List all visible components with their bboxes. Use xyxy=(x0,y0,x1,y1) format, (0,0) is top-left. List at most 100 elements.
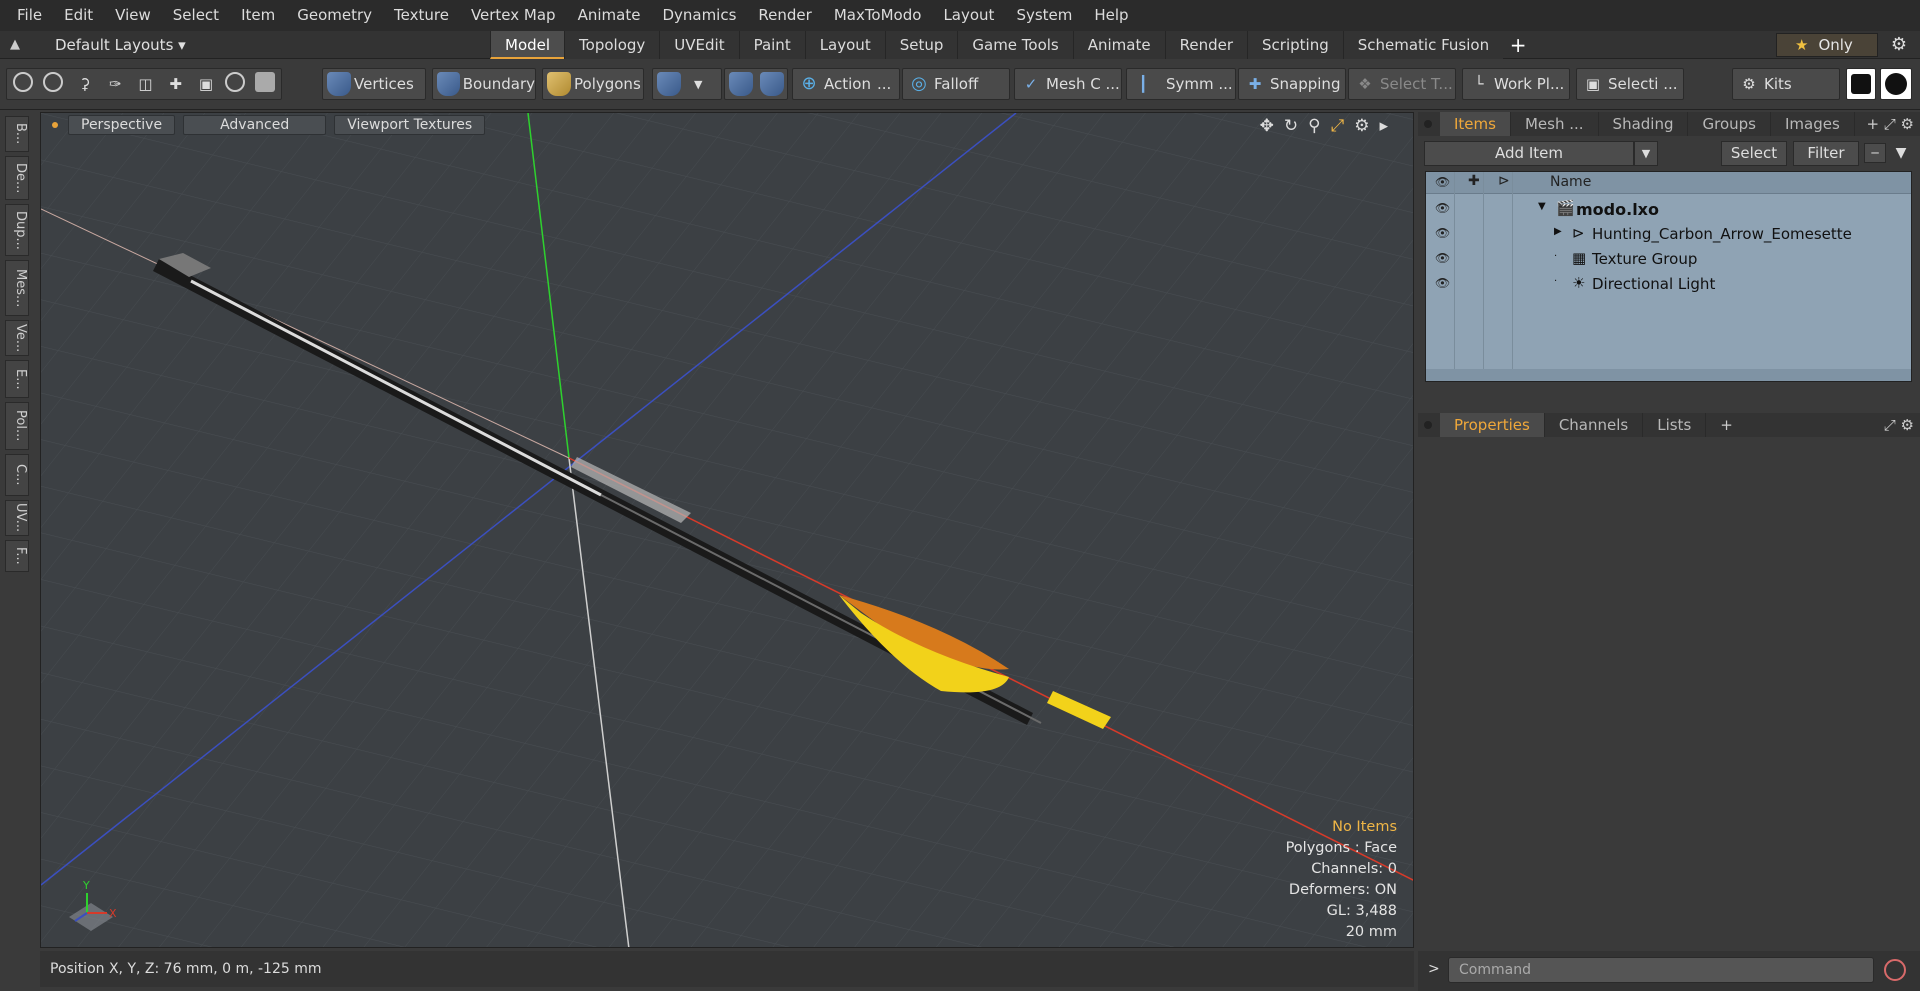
menu-file[interactable]: File xyxy=(6,0,53,31)
polygons-button[interactable]: Polygons xyxy=(542,68,644,100)
unity-button[interactable] xyxy=(1846,68,1876,100)
default-layouts-dropdown[interactable]: Default Layouts ▾ xyxy=(30,36,450,54)
tree-row[interactable]: 👁 · ☀ Directional Light xyxy=(1426,271,1911,296)
left-tab-7[interactable]: C... xyxy=(5,454,29,496)
menu-animate[interactable]: Animate xyxy=(567,0,652,31)
viewport-textures-button[interactable]: Viewport Textures xyxy=(334,115,486,135)
properties-dot-icon[interactable] xyxy=(1424,421,1432,429)
left-tab-5[interactable]: E... xyxy=(5,360,29,398)
menu-select[interactable]: Select xyxy=(162,0,230,31)
name-column-header[interactable]: Name xyxy=(1550,174,1591,190)
left-tab-4[interactable]: Ve... xyxy=(5,320,29,356)
left-tab-0[interactable]: B... xyxy=(5,116,29,152)
menu-layout[interactable]: Layout xyxy=(932,0,1005,31)
kits-button[interactable]: ⚙ Kits xyxy=(1732,68,1840,100)
menu-vertex-map[interactable]: Vertex Map xyxy=(460,0,567,31)
add-tab-button[interactable]: + xyxy=(1503,33,1533,57)
boundary-button[interactable]: Boundary xyxy=(432,68,536,100)
layout-tab-uvedit[interactable]: UVEdit xyxy=(659,30,739,59)
shield-alt-icon[interactable] xyxy=(760,72,784,96)
panel-dot-icon[interactable] xyxy=(1424,120,1432,128)
globe-icon[interactable] xyxy=(43,72,66,96)
rotate-icon[interactable]: ↻ xyxy=(1284,116,1298,136)
play-arrow-icon[interactable]: ▸ xyxy=(1379,116,1388,136)
layout-tab-paint[interactable]: Paint xyxy=(738,30,805,59)
menu-render[interactable]: Render xyxy=(747,0,822,31)
symmetry-button[interactable]: ┃ Symm ... xyxy=(1126,68,1236,100)
menu-item[interactable]: Item xyxy=(230,0,286,31)
3d-viewport[interactable]: Y X Perspective Advanced Viewport Textur… xyxy=(40,112,1414,948)
filter-button[interactable]: Filter xyxy=(1793,141,1859,166)
select-button[interactable]: Select xyxy=(1721,141,1787,166)
transform-icon[interactable]: ✚ xyxy=(164,72,187,96)
panel-controls[interactable]: + ⤢ ⚙ xyxy=(1866,115,1914,133)
layout-tab-model[interactable]: Model xyxy=(490,30,565,59)
pivot-icon[interactable] xyxy=(224,72,248,96)
layout-tab-animate[interactable]: Animate xyxy=(1072,30,1165,59)
menu-maxtomodo[interactable]: MaxToModo xyxy=(823,0,933,31)
menu-edit[interactable]: Edit xyxy=(53,0,104,31)
add-properties-tab-icon[interactable]: + xyxy=(1720,416,1733,434)
add-item-button[interactable]: Add Item xyxy=(1424,141,1634,166)
prop-tab-properties[interactable]: Properties xyxy=(1440,413,1545,437)
prop-tab-channels[interactable]: Channels xyxy=(1545,413,1644,437)
visibility-eye-icon[interactable]: 👁 xyxy=(1435,276,1450,290)
funnel-icon[interactable]: ▼ xyxy=(1890,143,1912,163)
command-history-icon[interactable]: > xyxy=(1428,961,1440,977)
left-tab-9[interactable]: F... xyxy=(5,540,29,572)
expand-toggle-icon[interactable]: ▶ xyxy=(1554,226,1562,237)
tree-row[interactable]: 👁 ▼ 🎬 modo.lxo xyxy=(1426,196,1911,221)
tree-row[interactable]: 👁 ▶ ⊳ Hunting_Carbon_Arrow_Eomesette xyxy=(1426,221,1911,246)
command-input[interactable]: Command xyxy=(1448,957,1874,983)
layout-tab-render[interactable]: Render xyxy=(1164,30,1248,59)
menu-geometry[interactable]: Geometry xyxy=(286,0,383,31)
layout-tab-game-tools[interactable]: Game Tools xyxy=(957,30,1073,59)
prop-tab-lists[interactable]: Lists xyxy=(1643,413,1707,437)
layout-tab-setup[interactable]: Setup xyxy=(884,30,958,59)
gear-icon[interactable]: ⚙ xyxy=(1882,33,1916,57)
visibility-eye-icon[interactable]: 👁 xyxy=(1435,226,1450,240)
left-tab-1[interactable]: De... xyxy=(5,156,29,200)
record-macro-button[interactable] xyxy=(1880,957,1910,983)
viewport-gear-icon[interactable]: ⚙ xyxy=(1354,116,1369,136)
menu-view[interactable]: View xyxy=(104,0,162,31)
action-button[interactable]: ⊕ Action... xyxy=(792,68,900,100)
collapse-up-icon[interactable]: ▲ xyxy=(0,37,30,52)
only-button[interactable]: ★ Only xyxy=(1776,33,1878,57)
visibility-eye-icon[interactable]: 👁 xyxy=(1435,251,1450,265)
panel-tab-groups[interactable]: Groups xyxy=(1688,112,1771,136)
falloff-button[interactable]: ◎ Falloff xyxy=(902,68,1010,100)
left-tab-6[interactable]: Pol... xyxy=(5,402,29,450)
layout-tab-layout[interactable]: Layout xyxy=(804,30,885,59)
linked-mode-icon[interactable]: ◫ xyxy=(134,72,157,96)
scene-canvas[interactable]: Y X xyxy=(41,113,1414,948)
brush-tool-icon[interactable]: ✑ xyxy=(104,72,127,96)
perspective-button[interactable]: Perspective xyxy=(68,115,176,135)
selection-sets-button[interactable]: ▣ Selecti ... xyxy=(1576,68,1684,100)
vertex-mode-icon[interactable] xyxy=(13,72,36,96)
menu-help[interactable]: Help xyxy=(1083,0,1139,31)
item-mode-icon[interactable] xyxy=(254,72,278,96)
menu-system[interactable]: System xyxy=(1005,0,1083,31)
add-item-dropdown-icon[interactable]: ▼ xyxy=(1634,141,1658,166)
properties-controls[interactable]: ⤢ ⚙ xyxy=(1884,416,1914,434)
mesh-constraints-button[interactable]: ✓ Mesh C ... xyxy=(1014,68,1122,100)
tree-row[interactable]: 👁 · ▦ Texture Group xyxy=(1426,246,1911,271)
snapping-button[interactable]: ✚ Snapping xyxy=(1238,68,1346,100)
left-tab-2[interactable]: Dup... xyxy=(5,204,29,256)
pen-tool-icon[interactable]: ⚳ xyxy=(73,72,96,96)
visibility-eye-icon[interactable]: 👁 xyxy=(1435,201,1450,215)
left-tab-8[interactable]: UV... xyxy=(5,500,29,536)
maximize-icon[interactable]: ⤢ xyxy=(1331,116,1345,136)
tree-horizontal-scrollbar[interactable] xyxy=(1426,369,1911,381)
select-through-button[interactable]: ❖ Select T... xyxy=(1348,68,1456,100)
work-plane-button[interactable]: └ Work Pl... xyxy=(1462,68,1570,100)
material-mode-dropdown[interactable]: ▼ xyxy=(652,68,722,100)
panel-tab-mesh[interactable]: Mesh ... xyxy=(1511,112,1599,136)
menu-texture[interactable]: Texture xyxy=(383,0,460,31)
pan-icon[interactable]: ✥ xyxy=(1260,116,1274,136)
viewport-dot-icon[interactable] xyxy=(52,122,58,128)
left-tab-3[interactable]: Mes... xyxy=(5,260,29,316)
unreal-button[interactable] xyxy=(1880,68,1912,100)
panel-tab-shading[interactable]: Shading xyxy=(1599,112,1689,136)
